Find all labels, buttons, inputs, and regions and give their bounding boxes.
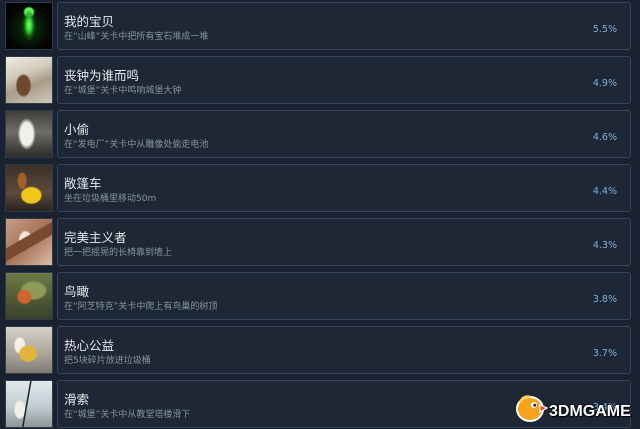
achievement-unlock-percent: 4.4%	[592, 186, 617, 197]
watermark-logo-text: 3DMGAME	[549, 403, 631, 420]
achievement-row: 敞篷车 坐在垃圾桶里移动50m 4.4%	[0, 164, 640, 212]
achievement-description: 把5块碎片放进垃圾桶	[64, 356, 151, 366]
achievement-icon	[5, 272, 53, 320]
achievement-unlock-percent: 5.5%	[592, 24, 617, 35]
achievement-description: 在“山峰”关卡中把所有宝石堆成一堆	[64, 32, 209, 42]
achievement-row: 小偷 在“发电厂”关卡中从雕像处偷走电池 4.6%	[0, 110, 640, 158]
achievement-icon	[5, 56, 53, 104]
achievement-row: 热心公益 把5块碎片放进垃圾桶 3.7%	[0, 326, 640, 374]
achievement-description: 在“发电厂”关卡中从雕像处偷走电池	[64, 140, 209, 150]
achievement-icon	[5, 380, 53, 428]
achievement-unlock-percent: 4.9%	[592, 78, 617, 89]
achievement-panel: 鸟瞰 在“阿芝特克”关卡中爬上有鸟巢的树顶 3.8%	[57, 272, 631, 320]
achievement-description: 在“阿芝特克”关卡中爬上有鸟巢的树顶	[64, 302, 218, 312]
achievement-row: 我的宝贝 在“山峰”关卡中把所有宝石堆成一堆 5.5%	[0, 2, 640, 50]
achievement-unlock-percent: 3.7%	[592, 348, 617, 359]
achievement-unlock-percent: 3.8%	[592, 294, 617, 305]
achievement-unlock-percent: 4.6%	[592, 132, 617, 143]
achievement-description: 坐在垃圾桶里移动50m	[64, 194, 157, 204]
3dm-bird-logo-icon	[514, 392, 549, 424]
achievement-panel: 完美主义者 把一把摇晃的长椅靠到墙上 4.3%	[57, 218, 631, 266]
achievement-description: 在“城堡”关卡中从教堂塔楼滑下	[64, 410, 191, 420]
achievement-icon	[5, 326, 53, 374]
achievement-panel: 我的宝贝 在“山峰”关卡中把所有宝石堆成一堆 5.5%	[57, 2, 631, 50]
achievement-description: 在“城堡”关卡中鸣响城堡大钟	[64, 86, 182, 96]
achievement-title: 完美主义者	[64, 230, 127, 245]
achievement-title: 丧钟为谁而鸣	[64, 68, 140, 83]
achievement-title: 我的宝贝	[64, 14, 115, 29]
achievement-panel: 丧钟为谁而鸣 在“城堡”关卡中鸣响城堡大钟 4.9%	[57, 56, 631, 104]
achievement-title: 热心公益	[64, 338, 115, 353]
achievement-title: 小偷	[64, 122, 90, 137]
achievement-icon	[5, 164, 53, 212]
achievement-panel: 热心公益 把5块碎片放进垃圾桶 3.7%	[57, 326, 631, 374]
achievement-icon	[5, 2, 53, 50]
achievement-title: 鸟瞰	[64, 284, 90, 299]
achievement-icon	[5, 218, 53, 266]
achievement-row: 鸟瞰 在“阿芝特克”关卡中爬上有鸟巢的树顶 3.8%	[0, 272, 640, 320]
achievement-title: 滑索	[64, 392, 90, 407]
achievement-row: 完美主义者 把一把摇晃的长椅靠到墙上 4.3%	[0, 218, 640, 266]
achievement-panel: 敞篷车 坐在垃圾桶里移动50m 4.4%	[57, 164, 631, 212]
achievement-icon	[5, 110, 53, 158]
achievement-panel: 小偷 在“发电厂”关卡中从雕像处偷走电池 4.6%	[57, 110, 631, 158]
achievement-description: 把一把摇晃的长椅靠到墙上	[64, 248, 173, 258]
achievement-row: 丧钟为谁而鸣 在“城堡”关卡中鸣响城堡大钟 4.9%	[0, 56, 640, 104]
achievement-unlock-percent: 4.3%	[592, 240, 617, 251]
achievement-title: 敞篷车	[64, 176, 102, 191]
